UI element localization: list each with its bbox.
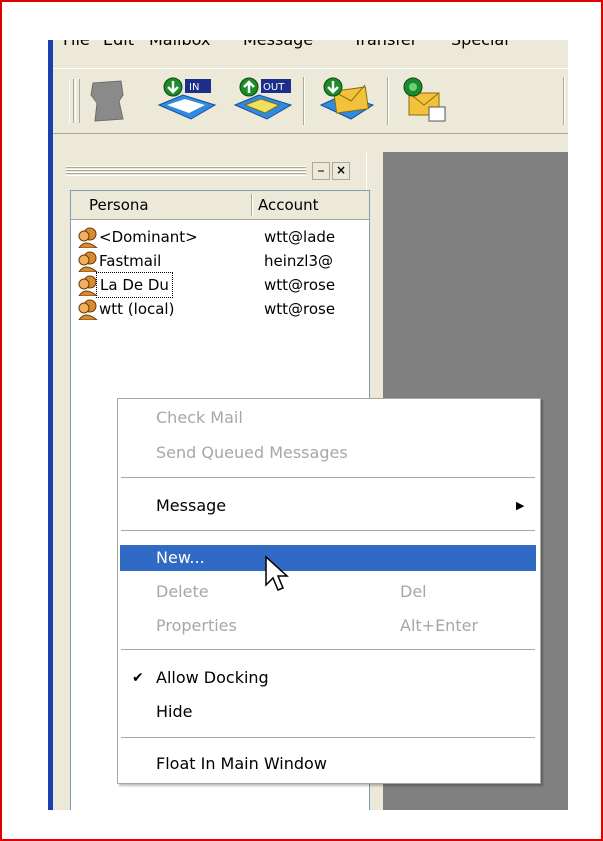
personalities-panel-titlebar[interactable]: ⎯ × xyxy=(58,160,363,182)
column-divider[interactable] xyxy=(251,194,253,216)
menu-file[interactable]: File xyxy=(63,40,90,49)
persona-name: wtt (local) xyxy=(99,300,175,318)
persona-name: <Dominant> xyxy=(99,228,198,246)
menu-item-float[interactable]: Float In Main Window xyxy=(120,751,536,777)
toolbar-separator xyxy=(563,77,565,125)
menu-separator xyxy=(121,477,535,478)
menu-edit[interactable]: Edit xyxy=(103,40,134,49)
toolbar-grip[interactable] xyxy=(75,79,80,123)
menu-item-hide[interactable]: Hide xyxy=(120,699,536,725)
persona-icon xyxy=(77,298,99,321)
menu-item-properties[interactable]: Properties Alt+Enter xyxy=(120,613,536,639)
personality-icon[interactable] xyxy=(83,75,143,127)
close-icon: × xyxy=(335,163,347,177)
menu-item-allow-docking[interactable]: ✔ Allow Docking xyxy=(120,665,536,691)
menu-mailbox[interactable]: Mailbox xyxy=(149,40,210,49)
list-header: Persona Account xyxy=(71,191,369,220)
checkmark-icon: ✔ xyxy=(132,670,144,686)
menu-special[interactable]: Special xyxy=(451,40,509,49)
persona-icon xyxy=(77,226,99,249)
list-item[interactable]: La De Du wtt@rose xyxy=(71,272,369,298)
check-mail-inbox-icon[interactable]: IN xyxy=(153,75,217,127)
persona-account: wtt@rose xyxy=(264,276,336,294)
svg-text:OUT: OUT xyxy=(263,82,285,93)
menu-item-message[interactable]: Message ▶ xyxy=(120,493,536,519)
panel-grip[interactable] xyxy=(66,166,306,176)
menu-bar: File Edit Mailbox Message Transfer Speci… xyxy=(53,40,568,66)
context-menu: Check Mail Send Queued Messages Message … xyxy=(117,398,541,784)
menu-message[interactable]: Message xyxy=(243,40,313,49)
menu-transfer[interactable]: Transfer xyxy=(353,40,417,49)
menu-separator xyxy=(121,649,535,650)
toolbar-separator xyxy=(387,77,389,125)
menu-item-check-mail[interactable]: Check Mail xyxy=(120,405,536,431)
new-message-icon[interactable] xyxy=(317,75,377,127)
column-header-persona[interactable]: Persona xyxy=(89,191,149,219)
toolbar-separator xyxy=(303,77,305,125)
persona-icon xyxy=(77,250,99,273)
persona-name: La De Du xyxy=(96,272,173,298)
column-header-account[interactable]: Account xyxy=(258,191,319,219)
toolbar: IN OUT xyxy=(53,68,568,134)
reply-icon[interactable] xyxy=(399,75,459,127)
send-outbox-icon[interactable]: OUT xyxy=(229,75,293,127)
menu-item-new[interactable]: New... xyxy=(120,545,536,571)
panel-close-button[interactable]: × xyxy=(332,162,350,180)
panel-restore-button[interactable]: ⎯ xyxy=(312,162,330,180)
menu-item-send-queued[interactable]: Send Queued Messages xyxy=(120,440,536,466)
toolbar-grip[interactable] xyxy=(69,79,74,123)
persona-account: wtt@lade xyxy=(264,228,336,246)
list-item[interactable]: <Dominant> wtt@lade xyxy=(71,225,369,249)
menu-separator xyxy=(121,737,535,738)
list-item[interactable]: Fastmail heinzl3@ xyxy=(71,249,369,273)
persona-account: wtt@rose xyxy=(264,300,336,318)
submenu-arrow-icon: ▶ xyxy=(516,499,525,512)
mouse-cursor-icon xyxy=(265,555,289,591)
persona-icon xyxy=(77,274,99,297)
list-item[interactable]: wtt (local) wtt@rose xyxy=(71,297,369,321)
persona-name: Fastmail xyxy=(99,252,162,270)
menu-separator xyxy=(121,530,535,531)
svg-text:IN: IN xyxy=(189,82,199,93)
menu-item-delete[interactable]: Delete Del xyxy=(120,579,536,605)
restore-icon: ⎯ xyxy=(317,163,324,177)
window-left-edge xyxy=(48,40,53,810)
persona-account: heinzl3@ xyxy=(264,252,333,270)
